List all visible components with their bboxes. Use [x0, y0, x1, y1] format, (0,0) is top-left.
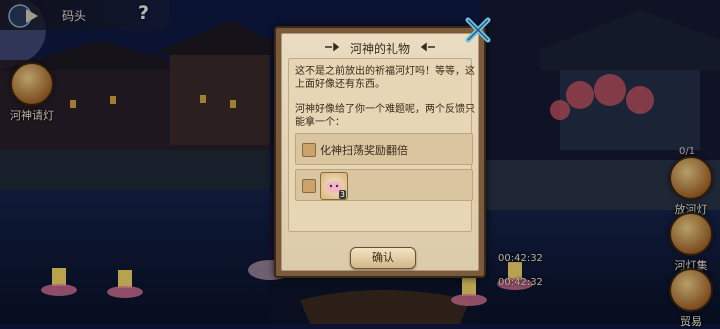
reward-option-2[interactable]: 3 — [295, 169, 473, 201]
reward-option-1[interactable]: 化神扫荡奖励翻倍 — [295, 133, 473, 165]
close-icon[interactable] — [462, 14, 494, 46]
confirm-button[interactable]: 确认 — [350, 247, 416, 269]
dialog-paragraph-2: 河神好像给了你一个难题呢，两个反馈只能拿一个： — [295, 104, 475, 128]
river-spirit-gift-dialog: 河神的礼物 这不是之前放出的祈福河灯吗！等等，这上面好像还有东西。 河神好像给了… — [274, 26, 486, 278]
option-2-checkbox[interactable] — [302, 179, 316, 193]
reward-item-count: 3 — [338, 190, 346, 199]
option-1-checkbox[interactable] — [302, 143, 316, 157]
dialog-title: 河神的礼物 — [349, 42, 410, 56]
dialog-content-box: 这不是之前放出的祈福河灯吗！等等，这上面好像还有东西。 河神好像给了你一个难题呢… — [288, 58, 475, 232]
reward-item-slot[interactable]: 3 — [320, 172, 348, 200]
option-1-text: 化神扫荡奖励翻倍 — [320, 144, 408, 157]
title-ornament-right-icon — [420, 42, 435, 52]
dialog-body: 河神的礼物 这不是之前放出的祈福河灯吗！等等，这上面好像还有东西。 河神好像给了… — [281, 33, 479, 271]
dialog-paragraph-1: 这不是之前放出的祈福河灯吗！等等，这上面好像还有东西。 — [295, 66, 475, 90]
